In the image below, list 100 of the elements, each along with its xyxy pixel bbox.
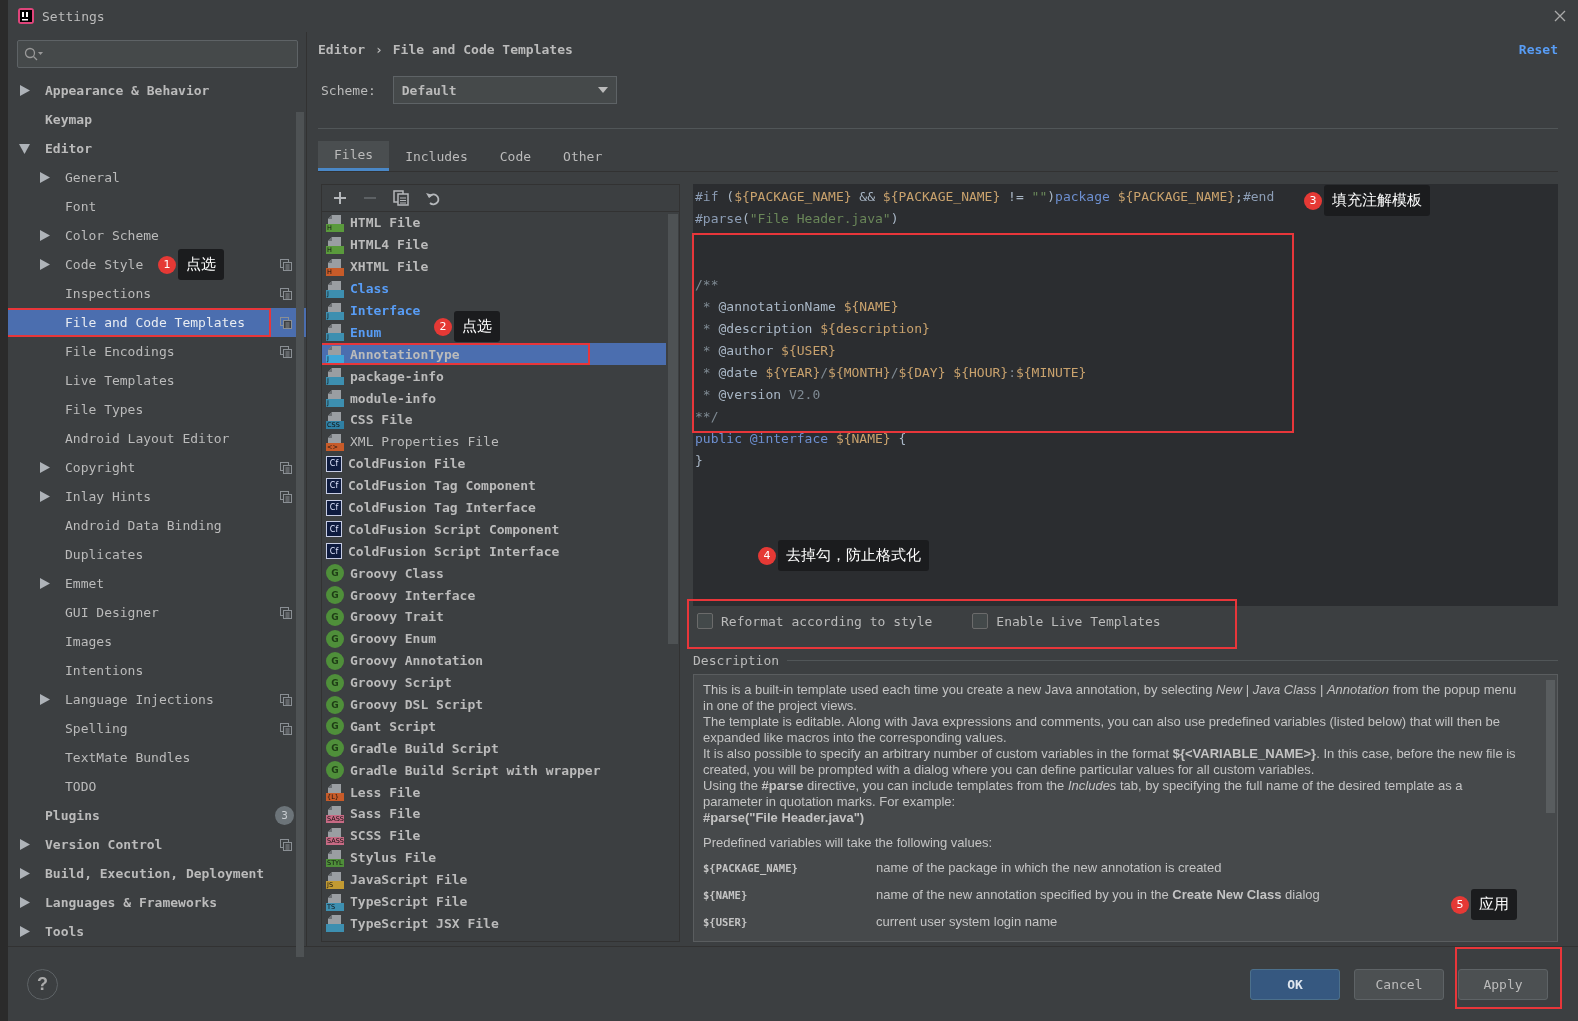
template-list-item[interactable]: XML Properties File [350, 434, 499, 450]
template-list-item[interactable]: Groovy Script [350, 675, 452, 691]
settings-tree-item[interactable]: Live Templates [65, 373, 175, 388]
template-list-item[interactable]: ColdFusion Script Interface [348, 543, 560, 559]
template-list-item[interactable]: SCSS File [350, 828, 421, 844]
help-button[interactable]: ? [27, 968, 58, 1000]
settings-tree-item[interactable]: Languages & Frameworks [45, 895, 218, 910]
settings-tree-item[interactable]: TODO [65, 779, 97, 794]
expand-arrow-icon[interactable] [39, 172, 50, 183]
close-icon[interactable] [1554, 10, 1566, 22]
dialog-button[interactable]: Apply [1458, 968, 1548, 1000]
settings-tree-item[interactable]: Build, Execution, Deployment [45, 866, 265, 881]
settings-tree-item[interactable]: Inlay Hints [65, 489, 152, 504]
reset-link[interactable]: Reset [1518, 41, 1558, 57]
expand-arrow-icon[interactable] [39, 694, 50, 705]
settings-tree-item[interactable]: Plugins [45, 808, 100, 823]
settings-tree-item[interactable]: Emmet [65, 576, 105, 591]
settings-tree-item[interactable]: Spelling [65, 721, 128, 736]
file-type-icon: G [326, 673, 344, 692]
expand-arrow-icon[interactable] [19, 926, 30, 937]
settings-tree-item[interactable]: Android Data Binding [65, 518, 222, 533]
tab[interactable]: Other [547, 141, 619, 171]
scheme-dropdown[interactable]: Default [392, 76, 617, 104]
template-list-item[interactable]: Less File [350, 784, 421, 800]
callout-tooltip: 去掉勾，防止格式化 [778, 540, 929, 571]
scrollbar[interactable] [668, 214, 678, 644]
template-list-item[interactable]: Groovy Annotation [350, 653, 484, 669]
settings-tree-item[interactable]: Color Scheme [65, 228, 159, 243]
settings-tree-item[interactable]: Duplicates [65, 547, 144, 562]
variable-meaning: name of the new annotation specified by you in the Create New Class dialog [876, 887, 1320, 902]
template-list-item[interactable]: package-info [350, 368, 444, 384]
template-list-item[interactable]: CSS File [350, 412, 413, 428]
template-list-item[interactable]: Enum [350, 324, 382, 340]
template-list-item[interactable]: ColdFusion File [348, 456, 466, 472]
template-list-item[interactable]: HTML4 File [350, 237, 429, 253]
settings-tree-item[interactable]: Language Injections [65, 692, 214, 707]
settings-tree-item[interactable]: Appearance & Behavior [45, 83, 210, 98]
breadcrumb-item: File and Code Templates [392, 41, 573, 57]
scrollbar[interactable] [296, 112, 304, 957]
template-list-item[interactable]: Gant Script [350, 718, 437, 734]
settings-tree-item[interactable]: Font [65, 199, 97, 214]
template-list-item[interactable]: ColdFusion Script Component [348, 521, 560, 537]
template-list-item[interactable]: ColdFusion Tag Interface [348, 500, 536, 515]
tab[interactable]: Files [318, 141, 390, 171]
expand-arrow-icon[interactable] [19, 143, 30, 154]
settings-tree-item[interactable]: Copyright [65, 460, 136, 475]
code-editor[interactable] [693, 184, 1558, 606]
expand-arrow-icon[interactable] [39, 230, 50, 241]
settings-tree-item[interactable]: Inspections [65, 286, 152, 301]
expand-arrow-icon[interactable] [19, 839, 30, 850]
template-list-item[interactable]: Sass File [350, 806, 421, 822]
template-list-item[interactable]: module-info [350, 390, 437, 406]
template-list-item[interactable]: TypeScript File [350, 894, 468, 910]
settings-tree-item[interactable]: General [65, 170, 120, 185]
file-type-icon: G [326, 739, 344, 758]
settings-tree-item[interactable]: Android Layout Editor [65, 431, 230, 446]
callout-tooltip: 填充注解模板 [1324, 185, 1430, 216]
template-list-item[interactable]: TypeScript JSX File [350, 915, 499, 931]
template-list-item[interactable]: Groovy Enum [350, 631, 437, 647]
template-list-item[interactable]: Groovy DSL Script [350, 697, 484, 713]
settings-tree-item[interactable]: TextMate Bundles [65, 750, 191, 765]
settings-tree-item[interactable]: File Encodings [65, 344, 175, 359]
template-list-item[interactable]: HTML File [350, 215, 421, 231]
code-line: #parse("File Header.java") [695, 211, 899, 226]
dialog-button[interactable]: Cancel [1354, 968, 1444, 1000]
settings-tree-item[interactable]: Keymap [45, 112, 92, 127]
settings-tree-item[interactable]: Tools [45, 924, 85, 939]
expand-arrow-icon[interactable] [39, 462, 50, 473]
template-list-item[interactable]: XHTML File [350, 259, 429, 275]
checkbox[interactable] [972, 613, 989, 629]
template-list-item[interactable]: Gradle Build Script with wrapper [350, 762, 601, 778]
settings-tree-item[interactable]: File and Code Templates [65, 315, 245, 330]
expand-arrow-icon[interactable] [19, 868, 30, 879]
settings-tree-item[interactable]: Images [65, 634, 112, 649]
template-list-item[interactable]: Groovy Interface [350, 587, 476, 603]
expand-arrow-icon[interactable] [39, 259, 50, 270]
expand-arrow-icon[interactable] [39, 491, 50, 502]
settings-tree-item[interactable]: Version Control [45, 837, 163, 852]
settings-tree-item[interactable]: File Types [65, 402, 144, 417]
template-list-item[interactable]: Gradle Build Script [350, 740, 499, 756]
template-list-item[interactable]: Class [350, 281, 390, 297]
search-field[interactable] [17, 40, 298, 68]
template-list-item[interactable]: Groovy Trait [350, 609, 444, 625]
template-list-item[interactable]: ColdFusion Tag Component [348, 478, 536, 494]
checkbox[interactable] [697, 613, 713, 629]
settings-tree-item[interactable]: Intentions [65, 663, 144, 678]
template-list-item[interactable]: Interface [350, 303, 421, 318]
template-list-item[interactable]: Stylus File [350, 850, 437, 866]
template-list-item[interactable]: JavaScript File [350, 872, 468, 888]
expand-arrow-icon[interactable] [39, 578, 50, 589]
dialog-button[interactable]: OK [1250, 968, 1340, 1000]
settings-tree-item[interactable]: GUI Designer [65, 605, 159, 620]
expand-arrow-icon[interactable] [19, 897, 30, 908]
template-list-item[interactable]: Groovy Class [350, 565, 444, 581]
step-number: 1 [158, 255, 176, 274]
tab[interactable]: Code [483, 141, 548, 171]
tab[interactable]: Includes [389, 141, 484, 171]
expand-arrow-icon[interactable] [19, 85, 30, 96]
settings-tree-item[interactable]: Code Style [65, 257, 144, 272]
settings-tree-item[interactable]: Editor [45, 141, 92, 156]
